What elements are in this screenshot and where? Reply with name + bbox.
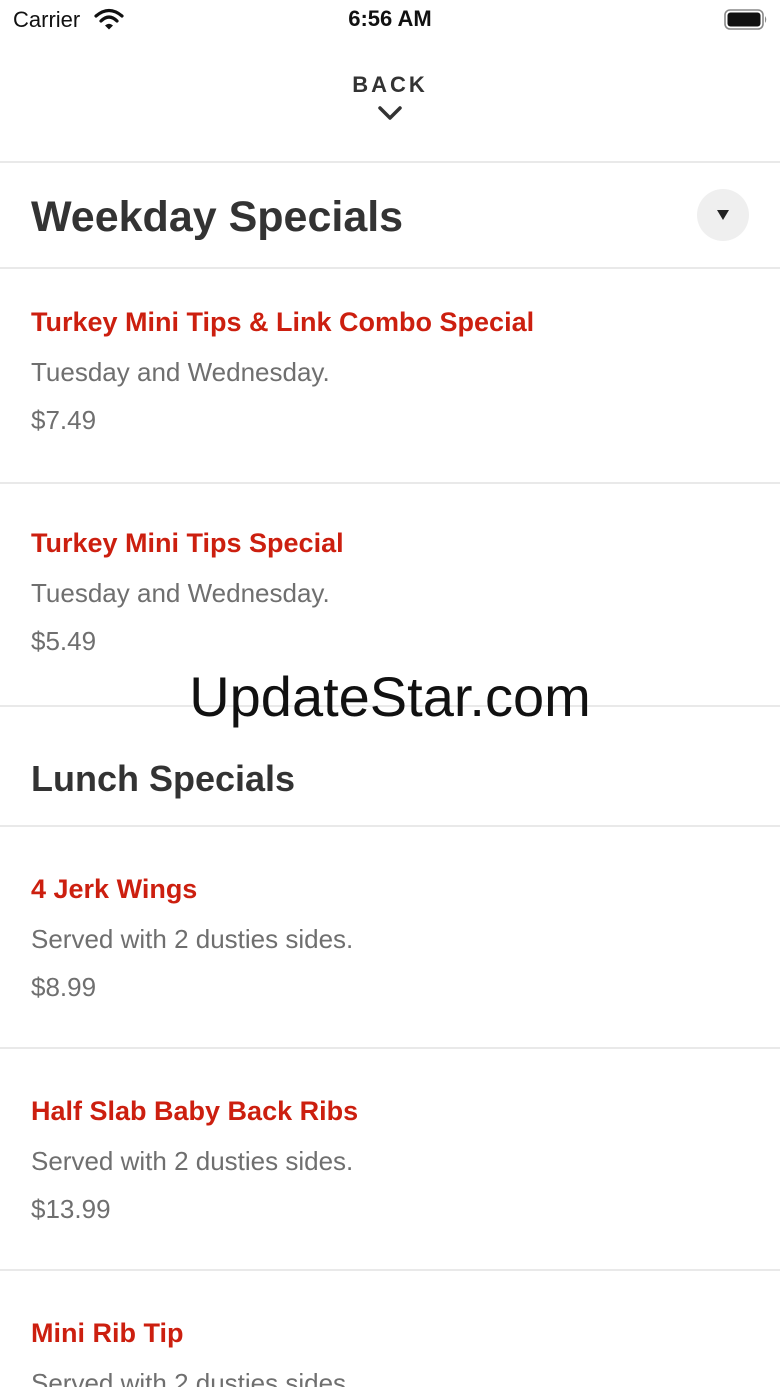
status-bar: Carrier 6:56 AM [0, 0, 780, 44]
item-description: Tuesday and Wednesday. [31, 357, 330, 387]
section-header-lunch-specials: Lunch Specials [0, 707, 780, 827]
section-header-weekday-specials: Weekday Specials [0, 163, 780, 269]
menu-item[interactable]: Turkey Mini Tips & Link Combo Special Tu… [0, 269, 780, 484]
item-description: Served with 2 dusties sides. [31, 924, 354, 954]
item-description: Tuesday and Wednesday. [31, 578, 330, 608]
section-title: Weekday Specials [31, 193, 404, 241]
menu-item[interactable]: Half Slab Baby Back Ribs Served with 2 d… [0, 1049, 780, 1271]
item-name: Mini Rib Tip [31, 1318, 184, 1348]
item-price: $13.99 [31, 1194, 111, 1224]
item-price: $5.49 [31, 626, 97, 656]
section-toggle-button[interactable] [697, 189, 749, 241]
menu-item[interactable]: Turkey Mini Tips Special Tuesday and Wed… [0, 484, 780, 707]
status-time: 6:56 AM [348, 6, 432, 31]
item-price: $7.49 [31, 405, 97, 435]
item-price: $8.99 [31, 972, 97, 1002]
item-name: Turkey Mini Tips & Link Combo Special [31, 307, 535, 337]
item-description: Served with 2 dusties sides. [31, 1146, 354, 1176]
item-name: 4 Jerk Wings [31, 874, 198, 904]
section-title: Lunch Specials [31, 758, 296, 799]
menu-item[interactable]: Mini Rib Tip Served with 2 dusties sides… [0, 1271, 780, 1387]
back-button[interactable]: BACK [290, 72, 490, 136]
item-name: Half Slab Baby Back Ribs [31, 1096, 359, 1126]
back-bar: BACK [0, 44, 780, 163]
back-label: BACK [352, 72, 428, 97]
chevron-down-icon [378, 106, 402, 120]
menu-item[interactable]: 4 Jerk Wings Served with 2 dusties sides… [0, 827, 780, 1049]
item-name: Turkey Mini Tips Special [31, 528, 344, 558]
caret-down-icon [717, 210, 729, 220]
item-description: Served with 2 dusties sides. [31, 1368, 354, 1387]
battery-icon [724, 9, 767, 30]
